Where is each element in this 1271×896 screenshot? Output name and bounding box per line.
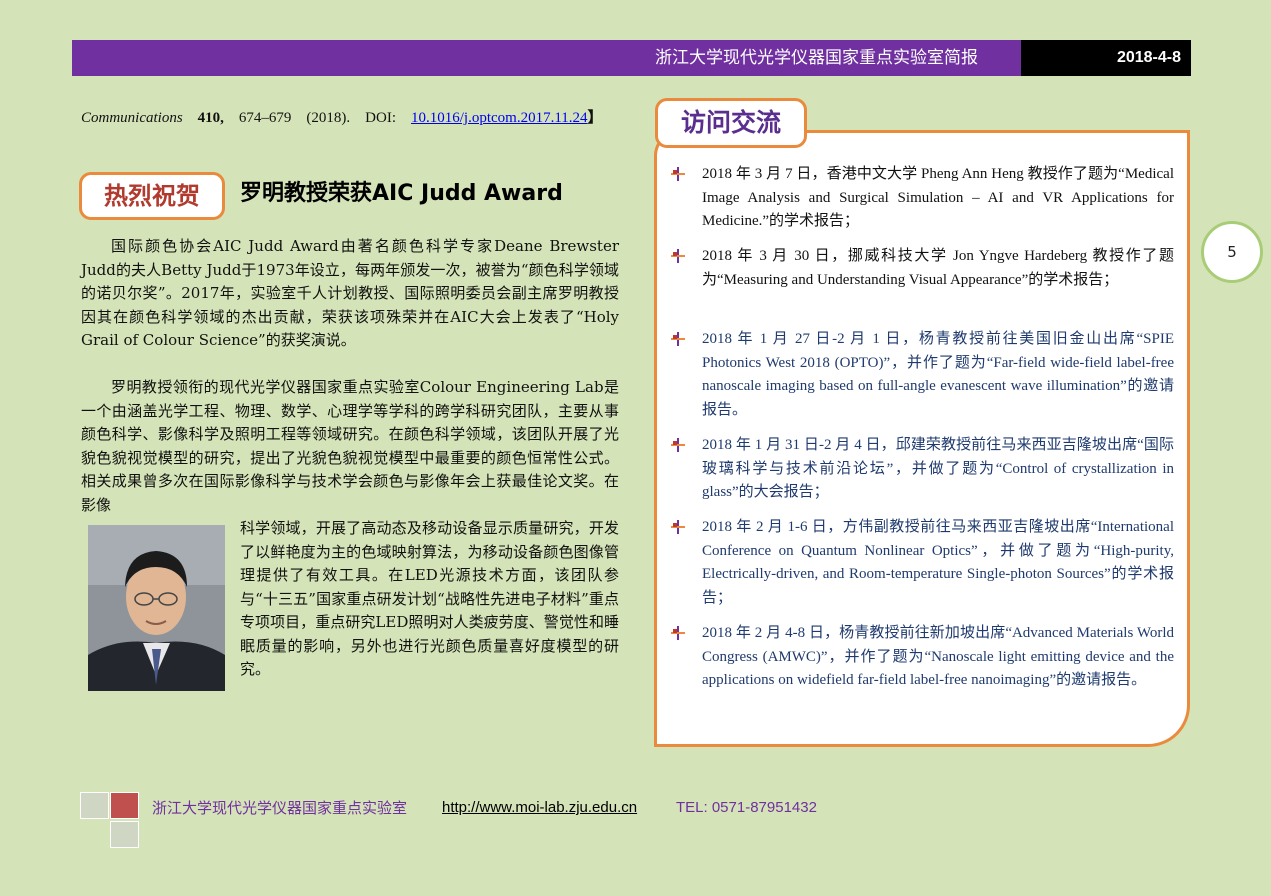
professor-photo (88, 525, 225, 691)
pages: 674–679 (238, 110, 292, 126)
exchange-item: 2018 年 3 月 7 日，香港中文大学 Pheng Ann Heng 教授作… (702, 166, 1174, 229)
exchange-badge: 访问交流 (655, 98, 807, 148)
article-paragraph-3: 科学领域，开展了高动态及移动设备显示质量研究，开发了以鲜艳度为主的色域映射算法，… (240, 519, 619, 678)
doi-link[interactable]: 10.1016/j.optcom.2017.11.24 (411, 110, 588, 126)
bullet-icon (671, 520, 685, 534)
page-number: 5 (1201, 221, 1263, 283)
newsletter-title: 浙江大学现代光学仪器国家重点实验室简报 (655, 48, 978, 68)
exchange-item: 2018 年 3 月 30 日，挪威科技大学 Jon Yngve Hardebe… (702, 248, 1174, 288)
footer-lab-name: 浙江大学现代光学仪器国家重点实验室 (152, 799, 408, 817)
bullet-icon (671, 438, 685, 452)
bullet-icon (671, 167, 685, 181)
exchange-item: 2018 年 2 月 4-8 日，杨青教授前往新加坡出席“Advanced Ma… (702, 625, 1174, 688)
volume: 410, (197, 110, 224, 126)
citation: Communications 410, 674–679 (2018). DOI:… (81, 107, 619, 130)
bullet-icon (671, 249, 685, 263)
footer-telephone: TEL: 0571-87951432 (676, 799, 817, 816)
article-title: 罗明教授荣获AIC Judd Award (240, 181, 563, 206)
year: (2018). (306, 110, 351, 126)
exchange-item: 2018 年 1 月 27 日-2 月 1 日，杨青教授前往美国旧金山出席“SP… (702, 331, 1174, 418)
issue-date: 2018-4-8 (1021, 40, 1191, 76)
congrats-badge: 热烈祝贺 (79, 172, 225, 220)
doi-label: DOI: (365, 110, 396, 126)
journal-name: Communications (81, 110, 183, 126)
footer-url-link[interactable]: http://www.moi-lab.zju.edu.cn (442, 796, 637, 820)
exchange-item: 2018 年 2 月 1-6 日，方伟副教授前往马来西亚吉隆坡出席“Intern… (702, 519, 1174, 606)
article-paragraph-2: 罗明教授领衔的现代光学仪器国家重点实验室Colour Engineering L… (81, 378, 619, 514)
bullet-icon (671, 626, 685, 640)
citation-close: 】 (587, 110, 603, 126)
article-paragraph-1: 国际颜色协会AIC Judd Award由著名颜色科学专家Deane Brews… (81, 237, 619, 349)
bullet-icon (671, 332, 685, 346)
exchange-item: 2018 年 1 月 31 日-2 月 4 日，邱建荣教授前往马来西亚吉隆坡出席… (702, 437, 1174, 500)
